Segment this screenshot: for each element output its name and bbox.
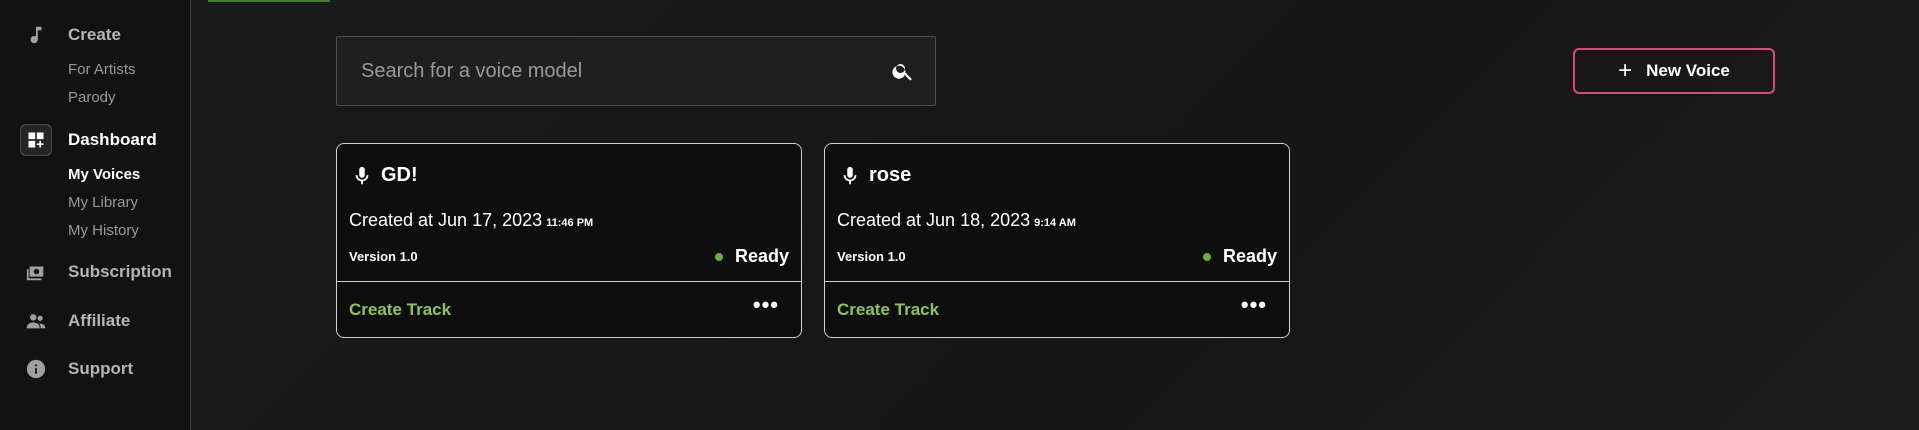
voice-card: rose Created at Jun 18, 2023 9:14 AM Vers… — [824, 143, 1290, 338]
new-voice-button[interactable]: + New Voice — [1573, 48, 1775, 94]
voice-status: Ready — [714, 246, 789, 267]
top-accent-line — [208, 0, 330, 2]
nav-dashboard-label: Dashboard — [68, 130, 157, 149]
create-track-button[interactable]: Create Track — [837, 300, 939, 320]
nav-dashboard[interactable]: Dashboard — [20, 124, 157, 156]
people-icon — [20, 305, 52, 337]
status-dot-icon — [714, 252, 723, 261]
voice-name: rose — [869, 164, 912, 186]
nav-create[interactable]: Create — [20, 19, 121, 51]
nav-sub-for-artists[interactable]: For Artists — [68, 61, 136, 78]
voice-created-date: Created at Jun 17, 2023 — [349, 210, 543, 230]
sidebar: Create For Artists Parody Dashboard My V… — [0, 0, 191, 430]
voice-status: Ready — [1202, 246, 1277, 267]
nav-sub-my-voices[interactable]: My Voices — [68, 166, 140, 183]
nav-subscription[interactable]: Subscription — [20, 256, 172, 288]
more-horizontal-icon[interactable]: ••• — [753, 294, 779, 316]
voice-created-time: 9:14 AM — [1034, 217, 1076, 229]
voice-created-time: 11:46 PM — [546, 217, 594, 229]
voice-card-title: GD! — [351, 164, 418, 187]
nav-sub-my-history[interactable]: My History — [68, 222, 139, 239]
nav-subscription-label: Subscription — [68, 262, 172, 281]
voice-created: Created at Jun 18, 2023 9:14 AM — [837, 210, 1076, 231]
search-box — [336, 36, 936, 106]
voice-name: GD! — [381, 164, 418, 186]
more-horizontal-icon[interactable]: ••• — [1241, 294, 1267, 316]
mic-icon — [351, 165, 373, 187]
nav-support[interactable]: Support — [20, 353, 133, 385]
nav-sub-my-library[interactable]: My Library — [68, 194, 138, 211]
new-voice-label: New Voice — [1646, 61, 1730, 80]
voice-status-label: Ready — [734, 246, 789, 266]
mic-icon — [839, 165, 861, 187]
voice-created-date: Created at Jun 18, 2023 — [837, 210, 1031, 230]
search-input[interactable] — [337, 58, 891, 84]
nav-affiliate[interactable]: Affiliate — [20, 305, 130, 337]
plus-icon: + — [1618, 57, 1633, 84]
dashboard-add-icon — [20, 124, 52, 156]
nav-create-label: Create — [68, 25, 121, 44]
create-track-button[interactable]: Create Track — [349, 300, 451, 320]
status-dot-icon — [1202, 252, 1211, 261]
card-divider — [825, 281, 1289, 282]
money-icon — [20, 256, 52, 288]
voice-card-title: rose — [839, 164, 911, 187]
nav-sub-parody[interactable]: Parody — [68, 89, 116, 106]
info-icon — [20, 353, 52, 385]
search-icon[interactable] — [891, 59, 915, 83]
voice-card: GD! Created at Jun 17, 2023 11:46 PM Vers… — [336, 143, 802, 338]
voice-version: Version 1.0 — [349, 249, 418, 264]
music-note-icon — [20, 19, 52, 51]
nav-affiliate-label: Affiliate — [68, 311, 131, 330]
voice-created: Created at Jun 17, 2023 11:46 PM — [349, 210, 593, 231]
voice-status-label: Ready — [1222, 246, 1277, 266]
nav-support-label: Support — [68, 359, 134, 378]
card-divider — [337, 281, 801, 282]
voice-version: Version 1.0 — [837, 249, 906, 264]
